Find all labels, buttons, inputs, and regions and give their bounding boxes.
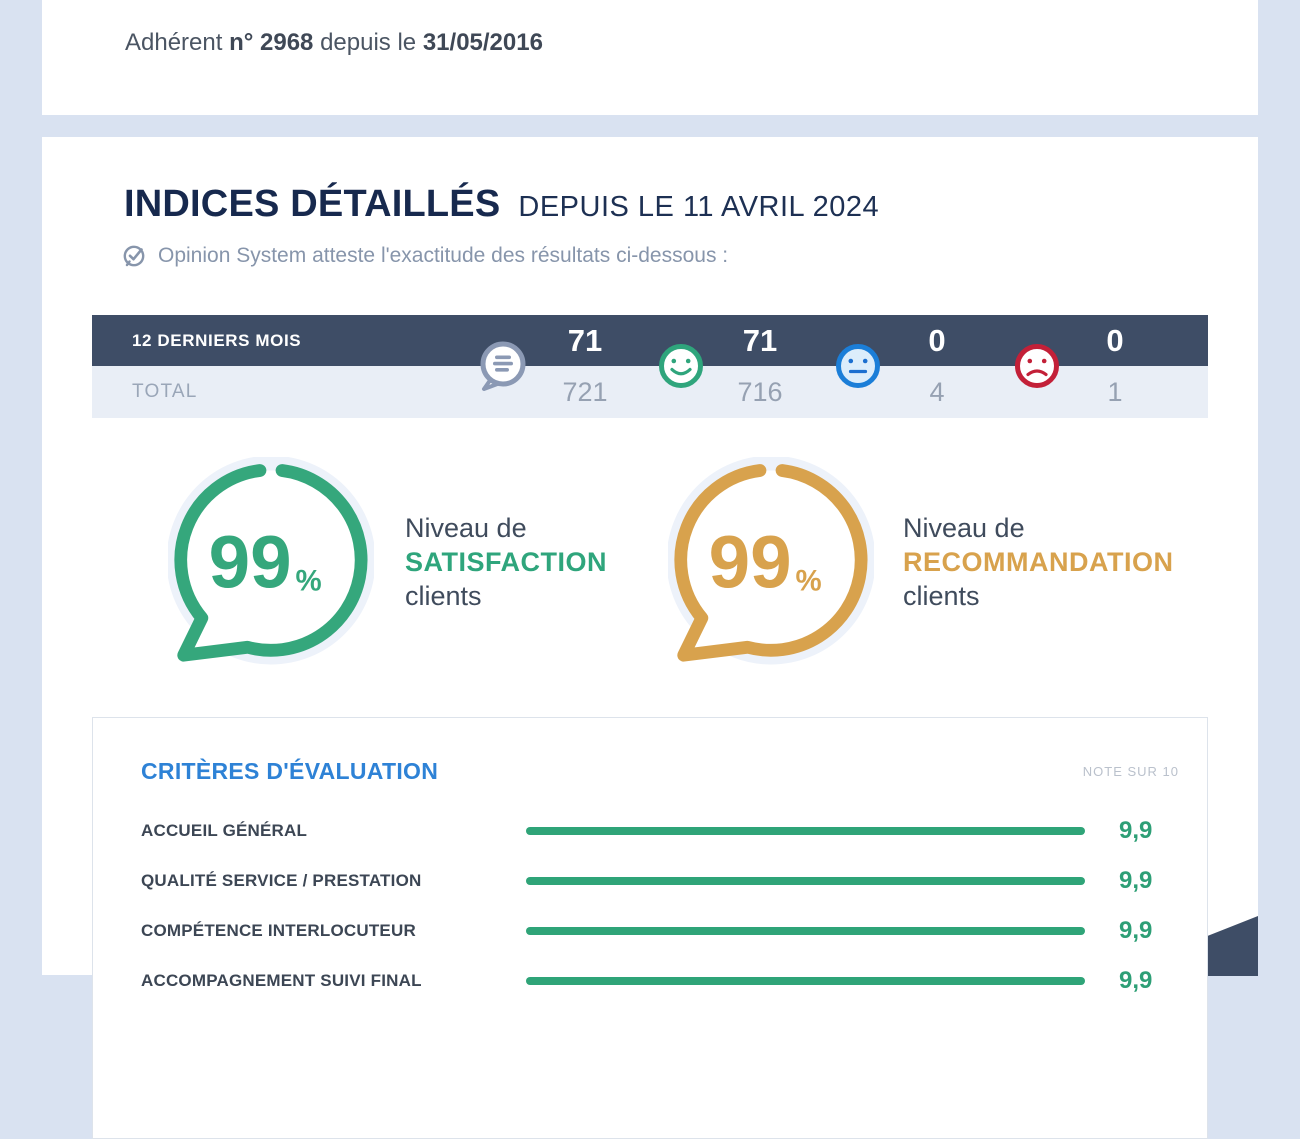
criteria-row: QUALITÉ SERVICE / PRESTATION 9,9	[93, 856, 1207, 906]
detailed-indices-card: INDICES DÉTAILLÉS DEPUIS LE 11 AVRIL 202…	[42, 137, 1258, 975]
recommendation-label: Niveau de RECOMMANDATION clients	[903, 511, 1173, 613]
recommendation-label-line1: Niveau de	[903, 511, 1173, 545]
criteria-row: COMPÉTENCE INTERLOCUTEUR 9,9	[93, 906, 1207, 956]
criteria-label: QUALITÉ SERVICE / PRESTATION	[141, 871, 421, 891]
criteria-label: COMPÉTENCE INTERLOCUTEUR	[141, 921, 416, 941]
neutral-face-icon	[835, 343, 881, 389]
summary-table: 12 DERNIERS MOIS TOTAL 71 721 71 716 0 4…	[92, 315, 1208, 418]
criteria-scale-note: NOTE SUR 10	[1083, 764, 1179, 779]
criteria-score: 9,9	[1119, 867, 1152, 895]
negative-total: 1	[1055, 366, 1175, 418]
member-card: Adhérent n° 2968 depuis le 31/05/2016	[42, 0, 1258, 115]
score-bar	[526, 977, 1085, 985]
criteria-label: ACCOMPAGNEMENT SUIVI FINAL	[141, 971, 422, 991]
satisfaction-unit: %	[296, 564, 322, 597]
score-bar	[526, 877, 1085, 885]
score-bar-track	[526, 977, 1091, 985]
score-bar	[526, 827, 1085, 835]
attestation-line: Opinion System atteste l'exactitude des …	[122, 243, 728, 269]
member-info: Adhérent n° 2968 depuis le 31/05/2016	[125, 29, 543, 57]
satisfaction-label: Niveau de SATISFACTION clients	[405, 511, 607, 613]
neutral-total: 4	[877, 366, 997, 418]
satisfaction-value: 99	[209, 521, 292, 604]
member-number: n° 2968	[229, 29, 313, 56]
positive-count-column: 71 716	[700, 315, 820, 418]
criteria-score: 9,9	[1119, 967, 1152, 995]
recommendation-value: 99	[709, 521, 792, 604]
score-bar	[526, 927, 1085, 935]
attestation-text: Opinion System atteste l'exactitude des …	[158, 244, 728, 268]
section-header: INDICES DÉTAILLÉS DEPUIS LE 11 AVRIL 202…	[124, 183, 879, 226]
criteria-title: CRITÈRES D'ÉVALUATION	[141, 758, 438, 785]
satisfaction-label-line3: clients	[405, 579, 607, 613]
criteria-row: ACCOMPAGNEMENT SUIVI FINAL 9,9	[93, 956, 1207, 1006]
criteria-score: 9,9	[1119, 817, 1152, 845]
criteria-label: ACCUEIL GÉNÉRAL	[141, 821, 307, 841]
score-bar-track	[526, 927, 1091, 935]
recommendation-label-line2: RECOMMANDATION	[903, 545, 1173, 579]
sad-face-icon	[1014, 343, 1060, 389]
score-bar-track	[526, 827, 1091, 835]
page-subtitle: DEPUIS LE 11 AVRIL 2024	[518, 191, 879, 224]
negative-count-column: 0 1	[1055, 315, 1175, 418]
criteria-score: 9,9	[1119, 917, 1152, 945]
happy-face-icon	[658, 343, 704, 389]
negative-recent: 0	[1055, 315, 1175, 366]
positive-total: 716	[700, 366, 820, 418]
circled-check-icon	[122, 243, 148, 269]
neutral-recent: 0	[877, 315, 997, 366]
corner-ribbon-decoration	[1208, 916, 1258, 976]
reviews-count-column: 71 721	[525, 315, 645, 418]
reviews-recent: 71	[525, 315, 645, 366]
positive-recent: 71	[700, 315, 820, 366]
member-prefix: Adhérent	[125, 29, 222, 56]
comment-bubble-icon	[477, 340, 529, 392]
satisfaction-label-line2: SATISFACTION	[405, 545, 607, 579]
row-label-12-months: 12 DERNIERS MOIS	[132, 315, 301, 366]
neutral-count-column: 0 4	[877, 315, 997, 418]
recommendation-gauge-bubble: 99 %	[668, 457, 874, 668]
opinion-system-results-page: { "member": { "prefix": "Adhérent", "num…	[0, 0, 1300, 975]
satisfaction-gauge-bubble: 99 %	[168, 457, 374, 668]
satisfaction-label-line1: Niveau de	[405, 511, 607, 545]
reviews-total: 721	[525, 366, 645, 418]
criteria-row: ACCUEIL GÉNÉRAL 9,9	[93, 806, 1207, 856]
page-title: INDICES DÉTAILLÉS	[124, 183, 500, 226]
criteria-rows: ACCUEIL GÉNÉRAL 9,9 QUALITÉ SERVICE / PR…	[93, 806, 1207, 1006]
recommendation-label-line3: clients	[903, 579, 1173, 613]
evaluation-criteria-card: CRITÈRES D'ÉVALUATION NOTE SUR 10 ACCUEI…	[92, 717, 1208, 1139]
row-label-total: TOTAL	[132, 366, 197, 418]
recommendation-unit: %	[796, 564, 822, 597]
member-middle: depuis le	[320, 29, 416, 56]
score-bar-track	[526, 877, 1091, 885]
member-date: 31/05/2016	[423, 29, 543, 56]
